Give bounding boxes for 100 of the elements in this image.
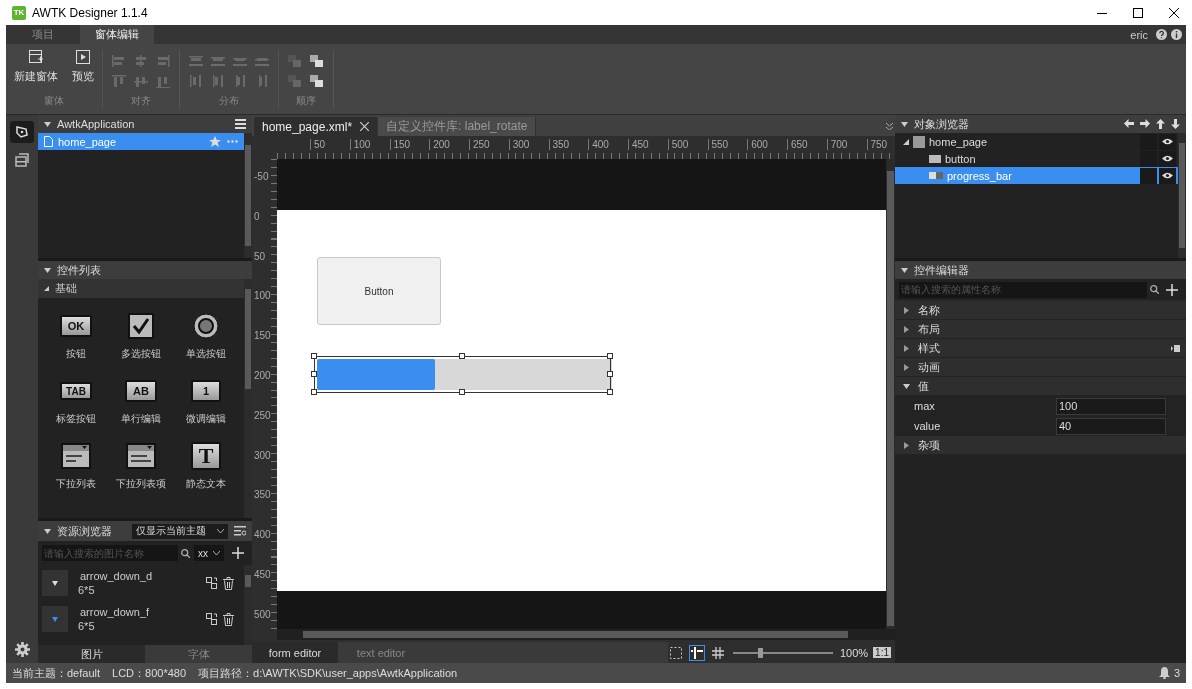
zoom-slider[interactable] — [732, 646, 833, 659]
collapse-icon[interactable] — [901, 266, 908, 274]
editor-mode-tab[interactable]: form editor — [252, 642, 338, 663]
widget-palette-item[interactable]: T 静态文本 — [173, 442, 239, 491]
scrollbar[interactable] — [886, 159, 895, 629]
selection-tool[interactable] — [667, 644, 684, 661]
arrow-right-icon[interactable] — [1140, 119, 1150, 128]
style-list-icon[interactable] — [1171, 344, 1180, 352]
panel-title: 控件列表 — [57, 262, 101, 278]
lock-toggle[interactable] — [1140, 167, 1157, 184]
scrollbar[interactable] — [244, 133, 252, 258]
dropdown-item-icon — [126, 443, 156, 469]
image-size: 6*5 — [78, 620, 96, 632]
expander-icon[interactable] — [903, 382, 910, 390]
ruler-label: 550 — [707, 139, 729, 150]
eye-icon[interactable] — [1159, 167, 1176, 184]
menu-icon[interactable] — [235, 119, 246, 129]
editor-tab[interactable]: home_page.xml* — [254, 117, 379, 136]
scrollbar[interactable] — [244, 565, 252, 645]
close-icon[interactable] — [360, 122, 370, 131]
preview-button[interactable]: 预览 — [72, 50, 94, 84]
lock-toggle[interactable] — [1140, 150, 1157, 167]
eye-icon[interactable] — [1159, 133, 1176, 150]
property-group[interactable]: 值 — [895, 377, 1186, 396]
widget-palette-item[interactable]: 下拉列表 — [43, 442, 109, 491]
new-form-button[interactable]: 新建窗体 — [14, 50, 58, 84]
property-group[interactable]: 动画 — [895, 358, 1186, 377]
snap-tool[interactable] — [688, 644, 705, 661]
expander-icon[interactable] — [903, 306, 910, 314]
scrollbar[interactable] — [277, 629, 895, 640]
widget-palette-item[interactable]: OK 按钮 — [43, 312, 109, 361]
eye-icon[interactable] — [1159, 150, 1176, 167]
search-icon[interactable] — [1150, 285, 1159, 294]
help-icon[interactable] — [1156, 29, 1167, 40]
trash-icon[interactable] — [223, 612, 234, 626]
lock-toggle[interactable] — [1140, 133, 1157, 150]
widget-palette-item[interactable]: 单选按钮 — [173, 312, 239, 361]
collapse-icon[interactable] — [44, 120, 51, 128]
widget-palette-item[interactable]: TAB 标签按钮 — [43, 377, 109, 426]
zoom-percentage: 100% — [839, 646, 869, 659]
info-icon[interactable] — [1171, 29, 1182, 40]
pen-icon[interactable] — [10, 121, 34, 143]
ribbon-tab[interactable]: 窗体编辑 — [80, 25, 154, 44]
scrollbar[interactable] — [244, 279, 252, 518]
scrollbar[interactable] — [1178, 133, 1186, 258]
slider-thumb[interactable] — [757, 647, 763, 658]
image-name: arrow_down_d — [79, 570, 154, 582]
widget-palette-item[interactable]: AB 单行编辑 — [108, 377, 174, 426]
chevron-double-down-icon[interactable] — [886, 123, 893, 130]
expander-icon[interactable] — [903, 441, 910, 449]
collapse-icon[interactable] — [901, 120, 908, 128]
selection-frame[interactable] — [311, 353, 614, 396]
chevron-down-icon — [217, 529, 224, 533]
widget-palette-item[interactable]: 1 微调编辑 — [173, 377, 239, 426]
collapse-icon[interactable] — [44, 286, 49, 291]
copy-icon[interactable] — [206, 612, 217, 625]
widget-palette-item[interactable]: 多选按钮 — [108, 312, 174, 361]
bell-icon[interactable] — [1158, 667, 1170, 679]
ruler-label: 150 — [389, 139, 411, 150]
tree-item[interactable]: home_page — [895, 133, 1178, 150]
property-field[interactable]: 100 — [1056, 397, 1166, 415]
theme-filter-dropdown[interactable]: 仅显示当前主题 — [132, 523, 228, 539]
arrow-down-icon[interactable] — [1171, 119, 1180, 129]
collapse-icon[interactable] — [44, 527, 51, 535]
collapse-icon[interactable] — [903, 138, 909, 145]
close-icon — [1169, 7, 1179, 18]
actual-size-button[interactable]: 1:1 — [873, 647, 891, 658]
property-group[interactable]: 布局 — [895, 320, 1186, 339]
tree-item[interactable]: button — [895, 150, 1178, 167]
ruler-label: 50 — [310, 139, 326, 150]
arrow-left-icon[interactable] — [1124, 119, 1134, 128]
star-icon[interactable] — [209, 135, 221, 148]
settings-icon[interactable] — [14, 642, 30, 657]
arrow-up-icon[interactable] — [1156, 119, 1165, 129]
property-group[interactable]: 名称 — [895, 301, 1186, 320]
grid-tool[interactable] — [709, 644, 726, 661]
page-icon — [913, 135, 925, 148]
widget-palette-item[interactable]: 下拉列表项 — [108, 442, 174, 491]
panel-tab[interactable]: 图片 — [38, 645, 145, 663]
copy-icon[interactable] — [206, 576, 217, 589]
list-filter-icon[interactable] — [234, 526, 246, 536]
ruler-label: 400 — [588, 139, 609, 150]
expander-icon[interactable] — [903, 344, 910, 352]
collapse-icon[interactable] — [44, 266, 51, 274]
tab-icon: TAB — [60, 382, 92, 400]
ruler-label: 300 — [254, 449, 271, 461]
design-button[interactable]: Button — [317, 257, 441, 325]
expander-icon[interactable] — [903, 363, 910, 371]
expander-icon[interactable] — [903, 325, 910, 333]
trash-icon[interactable] — [223, 576, 234, 590]
property-group[interactable]: 杂项 — [895, 436, 1186, 455]
property-field[interactable]: 40 — [1056, 417, 1166, 435]
ruler-label: 100 — [254, 290, 271, 302]
size-dropdown[interactable]: xx — [194, 545, 224, 561]
ruler-label: 650 — [787, 139, 808, 150]
property-group[interactable]: 样式 — [895, 339, 1186, 358]
search-icon[interactable] — [181, 548, 190, 558]
maximize-icon — [1133, 7, 1143, 18]
window-title: AWTK Designer 1.1.4 — [32, 5, 148, 20]
image-name: arrow_down_f — [79, 606, 151, 618]
